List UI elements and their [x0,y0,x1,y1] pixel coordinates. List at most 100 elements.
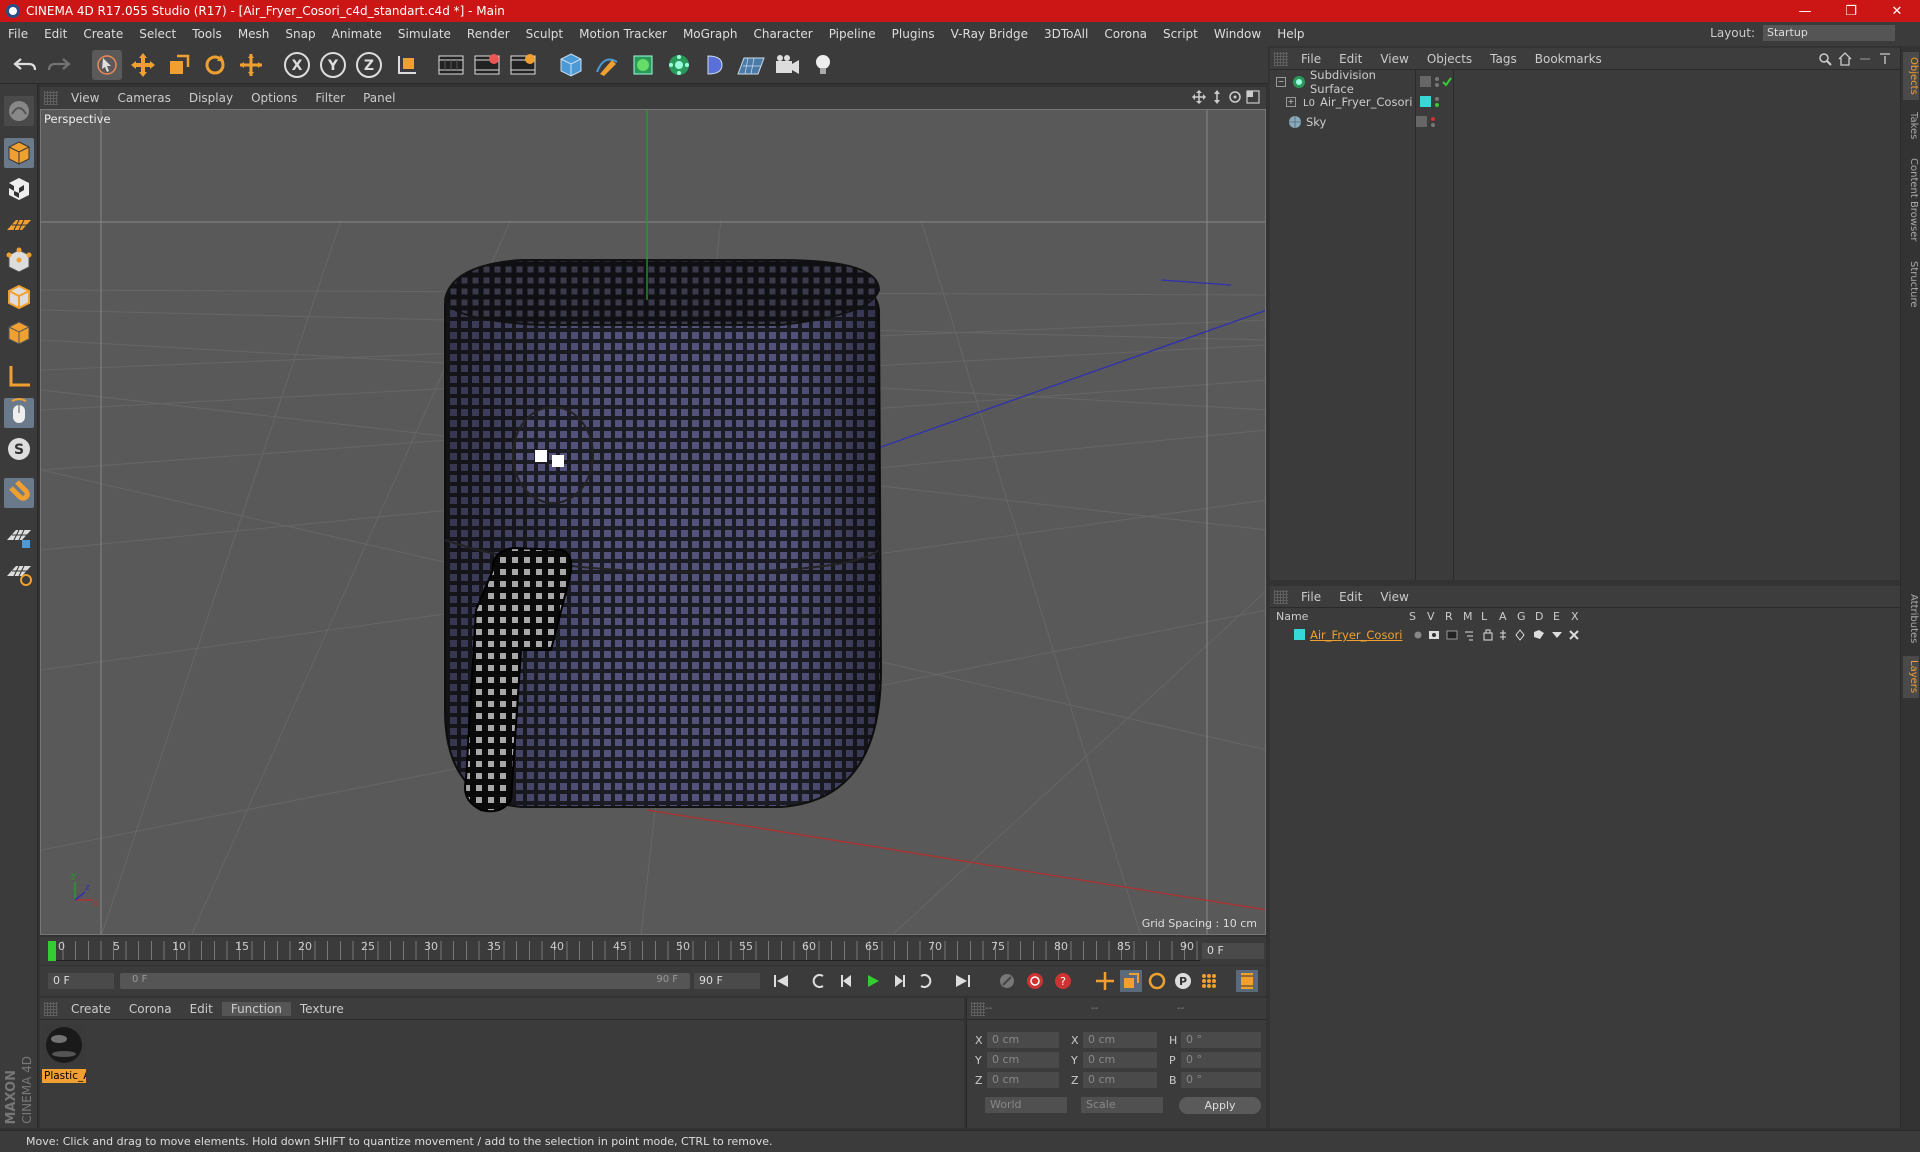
floor-icon[interactable] [736,50,766,80]
panel-grip-icon[interactable] [971,1001,985,1016]
tab-structure[interactable]: Structure [1903,254,1919,314]
key-position-icon[interactable] [1094,970,1116,992]
position-x-field[interactable]: 0 cm [987,1032,1059,1048]
menu-vray-bridge[interactable]: V-Ray Bridge [943,22,1036,46]
grid-snap-icon[interactable] [4,558,34,588]
layer-menu-view[interactable]: View [1371,590,1417,604]
restore-button[interactable]: ❐ [1828,0,1874,22]
tab-takes[interactable]: Takes [1903,106,1919,146]
expand-icon[interactable] [1878,52,1892,66]
key-scale-icon[interactable] [1120,970,1142,992]
viewport-maximize-icon[interactable] [1246,90,1260,104]
layer-toggle-icons[interactable] [1412,628,1582,642]
tab-objects[interactable]: Objects [1903,52,1919,100]
select-tool-icon[interactable] [92,50,122,80]
expand-toggle-icon[interactable]: + [1286,97,1296,107]
apply-button[interactable]: Apply [1179,1097,1261,1114]
start-frame-field[interactable]: 0 F [48,973,114,989]
tab-content-browser[interactable]: Content Browser [1903,152,1919,248]
position-z-field[interactable]: 0 cm [987,1072,1059,1088]
menu-edit[interactable]: Edit [36,22,75,46]
menu-corona[interactable]: Corona [1096,22,1155,46]
menu-select[interactable]: Select [131,22,184,46]
viewport-menu-panel[interactable]: Panel [354,91,404,105]
tweak-mode-icon[interactable] [4,398,34,428]
object-menu-edit[interactable]: Edit [1330,52,1371,66]
keyframe-selection-icon[interactable]: ? [1052,970,1074,992]
menu-snap[interactable]: Snap [277,22,323,46]
end-frame-field[interactable]: 90 F [694,973,760,989]
layer-menu-edit[interactable]: Edit [1330,590,1371,604]
rotation-p-field[interactable]: 0 ° [1181,1052,1261,1068]
next-key-icon[interactable] [914,970,936,992]
menu-create[interactable]: Create [75,22,131,46]
transform-mode-dropdown[interactable]: Scale [1081,1097,1163,1113]
air-fryer-model[interactable] [443,259,883,813]
collapse-toggle-icon[interactable]: − [1276,77,1286,87]
visibility-flags-icon[interactable] [1419,75,1459,89]
rotate-tool-icon[interactable] [200,50,230,80]
cube-object-icon[interactable] [556,50,586,80]
timeline-ruler[interactable]: 0 5 10 15 20 25 30 35 40 45 50 55 60 65 … [40,937,1266,965]
viewport-menu-view[interactable]: View [62,91,108,105]
panel-grip-icon[interactable] [1274,589,1288,604]
material-swatch[interactable]: Plastic_A [42,1024,86,1083]
magnet-icon[interactable] [4,478,34,508]
menu-3dtoall[interactable]: 3DToAll [1036,22,1096,46]
live-selection-icon[interactable] [236,50,266,80]
previous-key-icon[interactable] [808,970,830,992]
material-menu-texture[interactable]: Texture [291,1002,353,1016]
render-picture-viewer-icon[interactable] [472,50,502,80]
menu-sculpt[interactable]: Sculpt [518,22,571,46]
edges-mode-icon[interactable] [4,282,34,312]
points-mode-icon[interactable] [4,246,34,276]
spline-pen-icon[interactable] [592,50,622,80]
home-icon[interactable] [1838,52,1852,66]
material-menu-function[interactable]: Function [221,1001,291,1016]
layer-menu-file[interactable]: File [1292,590,1330,604]
playhead-marker[interactable] [48,941,56,961]
viewport-rotate-icon[interactable] [1228,90,1242,104]
viewport-menu-display[interactable]: Display [180,91,242,105]
layer-row-air-fryer[interactable]: Air_Fryer_Cosori [1270,626,1900,644]
panel-grip-icon[interactable] [1274,51,1288,66]
menu-file[interactable]: File [0,22,36,46]
scale-tool-icon[interactable] [164,50,194,80]
menu-motion-tracker[interactable]: Motion Tracker [571,22,675,46]
render-settings-icon[interactable] [508,50,538,80]
position-y-field[interactable]: 0 cm [987,1052,1059,1068]
light-icon[interactable] [808,50,838,80]
perspective-viewport[interactable]: y x z Perspective Grid Spacing : 10 cm [40,109,1266,935]
menu-script[interactable]: Script [1155,22,1206,46]
enable-axis-icon[interactable] [4,362,34,392]
z-axis-lock-icon[interactable]: Z [354,50,384,80]
object-menu-bookmarks[interactable]: Bookmarks [1526,52,1611,66]
object-menu-file[interactable]: File [1292,52,1330,66]
object-row-subdivision-surface[interactable]: − Subdivision Surface [1270,68,1900,96]
layer-visibility-icon[interactable] [1419,95,1459,109]
object-menu-view[interactable]: View [1371,52,1417,66]
visibility-flags-icon[interactable] [1415,115,1455,129]
undo-icon[interactable] [10,50,40,80]
search-icon[interactable] [1818,52,1832,66]
polygons-mode-icon[interactable] [4,318,34,348]
panel-grip-icon[interactable] [44,1001,58,1016]
make-editable-icon[interactable] [4,96,34,126]
menu-mograph[interactable]: MoGraph [675,22,746,46]
record-keys-icon[interactable] [996,970,1018,992]
panel-grip-icon[interactable] [44,91,58,105]
viewport-menu-filter[interactable]: Filter [306,91,354,105]
material-menu-corona[interactable]: Corona [120,1002,181,1016]
material-menu-edit[interactable]: Edit [181,1002,222,1016]
layer-color-swatch[interactable] [1294,629,1306,641]
back-icon[interactable] [1858,52,1872,66]
layout-dropdown[interactable]: Startup [1763,25,1895,41]
rotation-h-field[interactable]: 0 ° [1181,1032,1261,1048]
object-menu-objects[interactable]: Objects [1418,52,1481,66]
menu-pipeline[interactable]: Pipeline [821,22,884,46]
key-rotation-icon[interactable] [1146,970,1168,992]
menu-help[interactable]: Help [1269,22,1312,46]
minimize-button[interactable]: — [1782,0,1828,22]
object-row-air-fryer[interactable]: + L0 Air_Fryer_Cosori [1270,92,1900,112]
workplane-mode-icon[interactable] [4,210,34,240]
